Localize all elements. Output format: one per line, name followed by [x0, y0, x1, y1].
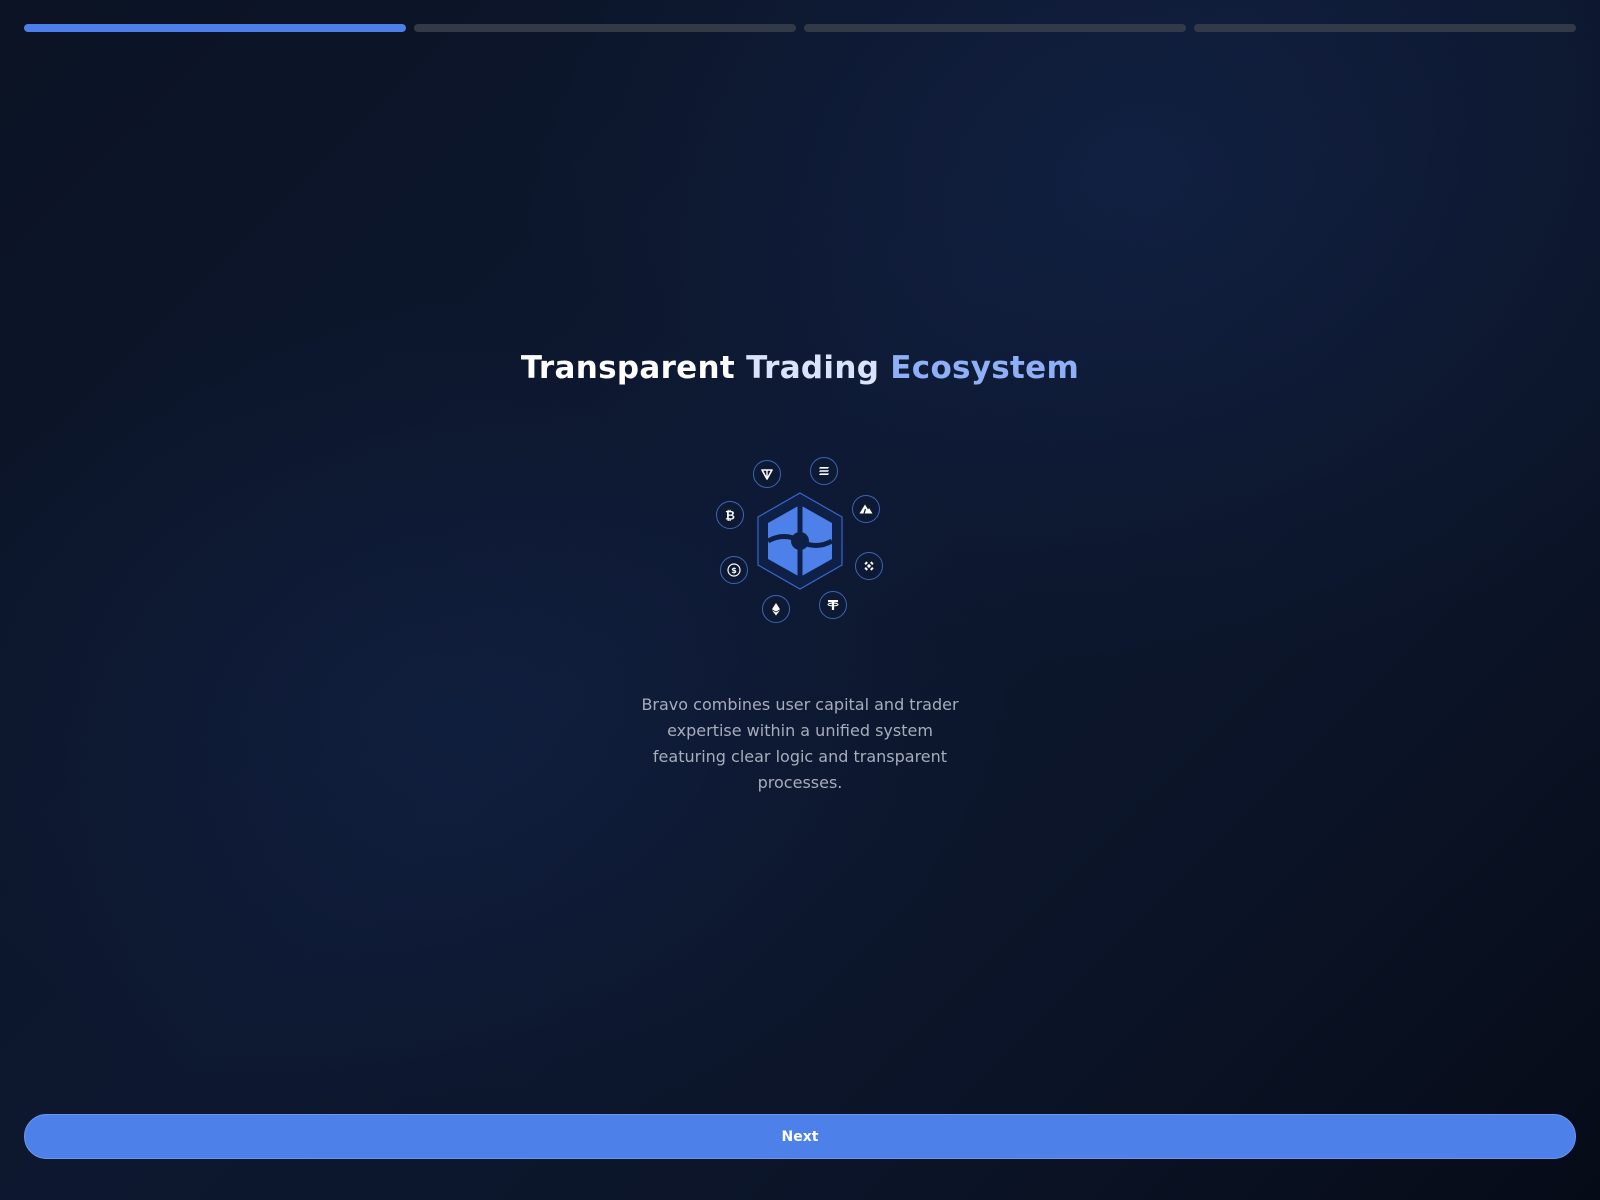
next-button[interactable]: Next: [24, 1114, 1576, 1159]
onboarding-progress: [24, 24, 1576, 32]
title-word-1: Transparent: [520, 350, 735, 386]
progress-step-4: [1194, 24, 1576, 32]
ecosystem-illustration: $ ₿: [700, 440, 900, 640]
progress-step-1: [24, 24, 406, 32]
bitcoin-icon: ₿: [716, 501, 744, 529]
tether-icon: [819, 591, 847, 619]
progress-step-2: [414, 24, 796, 32]
ethereum-icon: [762, 595, 790, 623]
usdc-icon: $: [720, 556, 748, 584]
page-title: Transparent Trading Ecosystem: [0, 344, 1600, 392]
bnb-icon: [855, 552, 883, 580]
avalanche-icon: [852, 495, 880, 523]
hexagon-logo-icon: [757, 492, 843, 590]
svg-text:$: $: [731, 566, 737, 575]
solana-icon: [810, 457, 838, 485]
progress-step-3: [804, 24, 1186, 32]
title-word-2: Trading: [746, 350, 880, 386]
ton-icon: [753, 460, 781, 488]
description-text: Bravo combines user capital and trader e…: [641, 695, 959, 792]
svg-text:₿: ₿: [725, 509, 735, 523]
title-word-3: Ecosystem: [890, 350, 1080, 386]
